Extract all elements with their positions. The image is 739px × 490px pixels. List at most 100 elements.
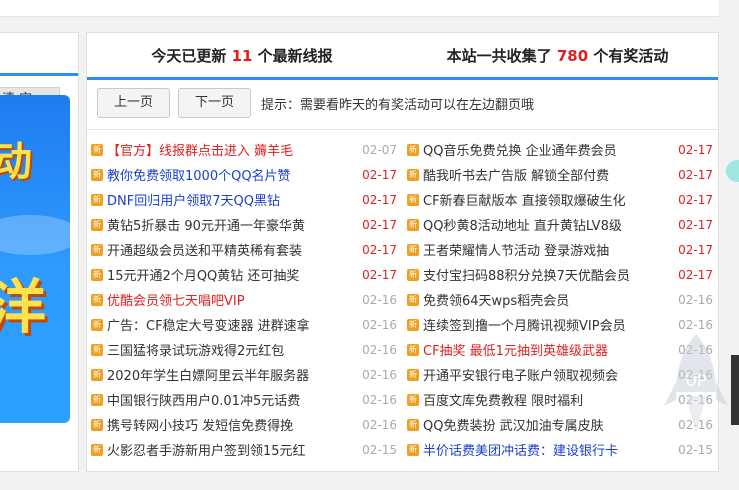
item-date: 02-17	[678, 242, 713, 257]
list-item[interactable]: 新酷我听书去广告版 解锁全部付费 02-17	[407, 162, 713, 187]
list-item[interactable]: 新 15元开通2个月QQ黄钻 还可抽奖 02-17	[91, 262, 397, 287]
new-badge-icon: 新	[91, 268, 103, 281]
item-title-link[interactable]: CF新春巨献版本 直接领取爆破生化	[423, 190, 677, 209]
item-title-link[interactable]: 【官方】线报群点击进入 薅羊毛	[107, 140, 361, 159]
today-prefix: 今天已更新	[151, 46, 227, 65]
item-date: 02-17	[678, 267, 713, 282]
promo-glyph-top: 动	[0, 139, 32, 185]
item-title-link[interactable]: 15元开通2个月QQ黄钻 还可抽奖	[107, 265, 361, 284]
list-item[interactable]: 新携号转网小技巧 发短信免费得挽 02-16	[91, 412, 397, 437]
item-title-link[interactable]: QQ免费装扮 武汉加油专属皮肤	[423, 415, 677, 434]
new-badge-icon: 新	[407, 168, 419, 181]
item-date: 02-15	[362, 442, 397, 457]
total-count: 780	[556, 46, 589, 65]
activity-list-left: 新【官方】线报群点击进入 薅羊毛 02-07 新教你免费领取1000个QQ名片赞 02…	[91, 137, 397, 462]
item-title-link[interactable]: CF抽奖 最低1元抽到英雄级武器	[423, 340, 677, 359]
prev-page-button[interactable]: 上一页	[97, 88, 171, 118]
top-nav-strip	[0, 0, 719, 17]
item-date: 02-16	[362, 292, 397, 307]
new-badge-icon: 新	[407, 293, 419, 306]
total-suffix: 个有奖活动	[593, 46, 669, 65]
list-item[interactable]: 新王者荣耀情人节活动 登录游戏抽 02-17	[407, 237, 713, 262]
total-collected-title: 本站一共收集了 780 个有奖活动	[397, 45, 718, 66]
item-date: 02-17	[362, 242, 397, 257]
list-item[interactable]: 新教你免费领取1000个QQ名片赞 02-17	[91, 162, 397, 187]
item-date: 02-17	[362, 267, 397, 282]
item-date: 02-16	[362, 417, 397, 432]
side-float-dot	[726, 160, 739, 182]
item-title-link[interactable]: 携号转网小技巧 发短信免费得挽	[107, 415, 361, 434]
item-title-link[interactable]: 开通超级会员送和平精英稀有套装	[107, 240, 361, 259]
item-date: 02-17	[678, 217, 713, 232]
list-item[interactable]: 新优酷会员领七天唱吧VIP 02-16	[91, 287, 397, 312]
item-title-link[interactable]: 优酷会员领七天唱吧VIP	[107, 290, 361, 309]
new-badge-icon: 新	[407, 143, 419, 156]
item-title-link[interactable]: 王者荣耀情人节活动 登录游戏抽	[423, 240, 677, 259]
item-title-link[interactable]: 中国银行陕西用户0.01冲5元话费	[107, 390, 361, 409]
back-to-top-rocket-icon[interactable]: UP	[662, 330, 730, 440]
item-title-link[interactable]: 免费领64天wps稻壳会员	[423, 290, 677, 309]
list-item[interactable]: 新【官方】线报群点击进入 薅羊毛 02-07	[91, 137, 397, 162]
new-badge-icon: 新	[91, 368, 103, 381]
new-badge-icon: 新	[407, 243, 419, 256]
new-badge-icon: 新	[91, 418, 103, 431]
list-item[interactable]: 新中国银行陕西用户0.01冲5元话费 02-16	[91, 387, 397, 412]
item-title-link[interactable]: DNF回归用户领取7天QQ黑钻	[107, 190, 361, 209]
new-badge-icon: 新	[91, 143, 103, 156]
promo-glow	[0, 215, 70, 255]
list-item[interactable]: 新免费领64天wps稻壳会员 02-16	[407, 287, 713, 312]
item-title-link[interactable]: QQ秒黄8活动地址 直升黄钻LV8级	[423, 215, 677, 234]
new-badge-icon: 新	[91, 343, 103, 356]
list-item[interactable]: 新 DNF回归用户领取7天QQ黑钻 02-17	[91, 187, 397, 212]
list-item[interactable]: 新广告：CF稳定大号变速器 进群速拿 02-16	[91, 312, 397, 337]
new-badge-icon: 新	[91, 293, 103, 306]
item-date: 02-17	[678, 142, 713, 157]
item-date: 02-17	[362, 217, 397, 232]
item-date: 02-17	[678, 167, 713, 182]
new-badge-icon: 新	[407, 268, 419, 281]
item-title-link[interactable]: 半价话费美团冲话费：建设银行卡	[423, 440, 677, 459]
list-item[interactable]: 新开通超级会员送和平精英稀有套装 02-17	[91, 237, 397, 262]
list-item[interactable]: 新 QQ音乐免费兑换 企业通年费会员 02-17	[407, 137, 713, 162]
pager-controls: 上一页 下一页 提示：需要看昨天的有奖活动可以在左边翻页哦	[97, 88, 534, 118]
item-title-link[interactable]: 支付宝扫码88积分兑换7天优酷会员	[423, 265, 677, 284]
side-tab[interactable]	[731, 355, 739, 425]
item-title-link[interactable]: 广告：CF稳定大号变速器 进群速拿	[107, 315, 361, 334]
item-date: 02-16	[362, 367, 397, 382]
new-badge-icon: 新	[407, 443, 419, 456]
list-item[interactable]: 新半价话费美团冲话费：建设银行卡 02-15	[407, 437, 713, 462]
list-item[interactable]: 新 2020年学生白嫖阿里云半年服务器 02-16	[91, 362, 397, 387]
new-badge-icon: 新	[407, 368, 419, 381]
item-title-link[interactable]: 连续签到撸一个月腾讯视频VIP会员	[423, 315, 677, 334]
list-item[interactable]: 新黄钻5折暴击 90元开通一年豪华黄 02-17	[91, 212, 397, 237]
total-prefix: 本站一共收集了	[446, 46, 552, 65]
item-title-link[interactable]: 2020年学生白嫖阿里云半年服务器	[107, 365, 361, 384]
list-item[interactable]: 新 CF新春巨献版本 直接领取爆破生化 02-17	[407, 187, 713, 212]
list-item[interactable]: 新三国猛将录试玩游戏得2元红包 02-16	[91, 337, 397, 362]
new-badge-icon: 新	[91, 318, 103, 331]
pager-hint: 提示：需要看昨天的有奖活动可以在左边翻页哦	[261, 97, 535, 113]
new-badge-icon: 新	[407, 318, 419, 331]
item-title-link[interactable]: QQ音乐免费兑换 企业通年费会员	[423, 140, 677, 159]
promo-banner[interactable]: 动 洋	[0, 95, 70, 423]
item-title-link[interactable]: 黄钻5折暴击 90元开通一年豪华黄	[107, 215, 361, 234]
item-title-link[interactable]: 火影忍者手游新用户签到领15元红	[107, 440, 361, 459]
activity-panel: 今天已更新 11 个最新线报 本站一共收集了 780 个有奖活动 上一页 下一页…	[86, 32, 719, 472]
new-badge-icon: 新	[407, 343, 419, 356]
item-title-link[interactable]: 百度文库免费教程 限时福利	[423, 390, 677, 409]
item-title-link[interactable]: 开通平安银行电子账户领取视频会	[423, 365, 677, 384]
list-item[interactable]: 新支付宝扫码88积分兑换7天优酷会员 02-17	[407, 262, 713, 287]
item-title-link[interactable]: 三国猛将录试玩游戏得2元红包	[107, 340, 361, 359]
item-date: 02-17	[362, 167, 397, 182]
today-updated-title: 今天已更新 11 个最新线报	[87, 45, 397, 66]
list-item[interactable]: 新火影忍者手游新用户签到领15元红 02-15	[91, 437, 397, 462]
new-badge-icon: 新	[91, 243, 103, 256]
item-title-link[interactable]: 教你免费领取1000个QQ名片赞	[107, 165, 361, 184]
item-title-link[interactable]: 酷我听书去广告版 解锁全部付费	[423, 165, 677, 184]
promo-glyph-bottom: 洋	[0, 273, 47, 341]
new-badge-icon: 新	[407, 193, 419, 206]
today-count: 11	[231, 46, 253, 65]
next-page-button[interactable]: 下一页	[178, 88, 252, 118]
list-item[interactable]: 新 QQ秒黄8活动地址 直升黄钻LV8级 02-17	[407, 212, 713, 237]
new-badge-icon: 新	[91, 168, 103, 181]
